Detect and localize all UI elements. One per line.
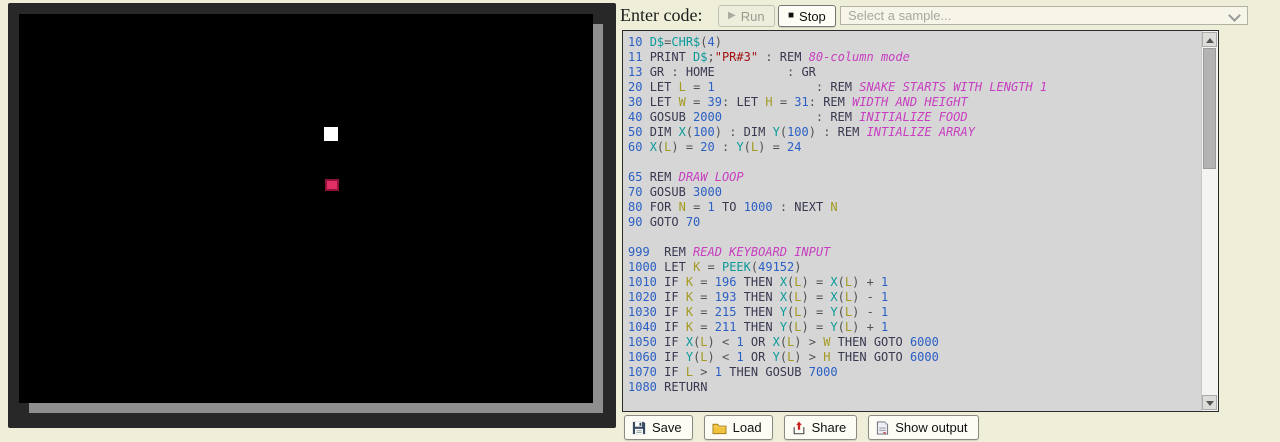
code-line: 1999 REM CREATE FOOD [628, 410, 1202, 411]
folder-icon [712, 421, 727, 435]
arrow-down-icon [1206, 401, 1214, 406]
load-button-label: Load [733, 420, 762, 435]
code-line: 13 GR : HOME : GR [628, 65, 1202, 80]
code-line: 10 D$=CHR$(4) [628, 35, 1202, 50]
code-line: 30 LET W = 39: LET H = 31: REM WIDTH AND… [628, 95, 1202, 110]
run-button-label: Run [741, 9, 765, 24]
snake-cell [324, 127, 338, 141]
code-line [628, 230, 1202, 245]
scrollbar-thumb[interactable] [1203, 48, 1216, 169]
code-area[interactable]: 10 D$=CHR$(4)11 PRINT D$;"PR#3" : REM 80… [623, 31, 1202, 411]
sample-select[interactable]: Select a sample... [840, 6, 1248, 25]
code-line: 90 GOTO 70 [628, 215, 1202, 230]
code-line: 1070 IF L > 1 THEN GOSUB 7000 [628, 365, 1202, 380]
stop-button[interactable]: ■ Stop [778, 5, 836, 27]
code-line: 65 REM DRAW LOOP [628, 170, 1202, 185]
editor-scrollbar[interactable] [1201, 31, 1218, 411]
play-icon: ▶ [728, 11, 736, 21]
code-line: 70 GOSUB 3000 [628, 185, 1202, 200]
arrow-up-icon [1206, 38, 1214, 43]
chevron-down-icon [1228, 9, 1241, 22]
code-line: 50 DIM X(100) : DIM Y(100) : REM INTIALI… [628, 125, 1202, 140]
code-line: 1020 IF K = 193 THEN X(L) = X(L) - 1 [628, 290, 1202, 305]
code-editor[interactable]: 10 D$=CHR$(4)11 PRINT D$;"PR#3" : REM 80… [622, 30, 1219, 412]
code-line: 11 PRINT D$;"PR#3" : REM 80-column mode [628, 50, 1202, 65]
code-line: 1000 LET K = PEEK(49152) [628, 260, 1202, 275]
emulator-screen[interactable] [19, 14, 593, 403]
enter-code-label: Enter code: [620, 5, 702, 26]
show-output-button-label: Show output [895, 420, 967, 435]
emulator-bezel [8, 3, 616, 428]
code-line: 1030 IF K = 215 THEN Y(L) = Y(L) - 1 [628, 305, 1202, 320]
code-line: 1010 IF K = 196 THEN X(L) = X(L) + 1 [628, 275, 1202, 290]
code-line [628, 155, 1202, 170]
load-button[interactable]: Load [704, 415, 773, 440]
code-line: 999 REM READ KEYBOARD INPUT [628, 245, 1202, 260]
save-button[interactable]: Save [624, 415, 693, 440]
code-line: 80 FOR N = 1 TO 1000 : NEXT N [628, 200, 1202, 215]
code-line [628, 395, 1202, 410]
show-output-button[interactable]: Show output [868, 415, 978, 440]
page: Enter code: ▶ Run ■ Stop Select a sample… [0, 0, 1280, 442]
stop-button-label: Stop [799, 9, 826, 24]
stop-icon: ■ [788, 11, 794, 21]
run-button[interactable]: ▶ Run [718, 5, 775, 27]
code-line: 20 LET L = 1 : REM SNAKE STARTS WITH LEN… [628, 80, 1202, 95]
sample-select-placeholder: Select a sample... [848, 8, 951, 23]
document-icon [876, 421, 889, 435]
code-line: 1060 IF Y(L) < 1 OR Y(L) > H THEN GOTO 6… [628, 350, 1202, 365]
code-line: 1080 RETURN [628, 380, 1202, 395]
code-line: 1040 IF K = 211 THEN Y(L) = Y(L) + 1 [628, 320, 1202, 335]
floppy-icon [632, 421, 646, 435]
share-button[interactable]: Share [784, 415, 858, 440]
share-icon [792, 421, 806, 435]
share-button-label: Share [812, 420, 847, 435]
action-bar: Save Load Share Show output [624, 415, 979, 440]
scroll-down-button[interactable] [1202, 395, 1217, 410]
code-line: 1050 IF X(L) < 1 OR X(L) > W THEN GOTO 6… [628, 335, 1202, 350]
code-line: 40 GOSUB 2000 : REM INITIALIZE FOOD [628, 110, 1202, 125]
scroll-up-button[interactable] [1202, 32, 1217, 47]
code-line: 60 X(L) = 20 : Y(L) = 24 [628, 140, 1202, 155]
food-cell [325, 179, 339, 191]
save-button-label: Save [652, 420, 682, 435]
